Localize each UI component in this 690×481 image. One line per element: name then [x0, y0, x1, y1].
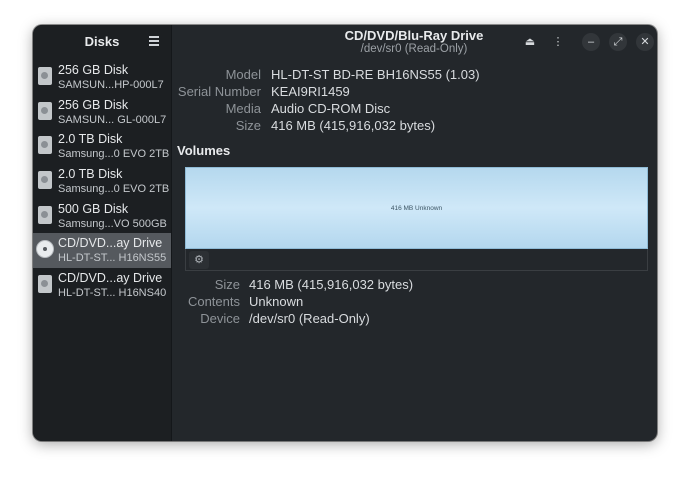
serial-label: Serial Number	[177, 84, 261, 99]
volume-label: 416 MB Unknown	[390, 205, 443, 212]
harddisk-icon	[38, 275, 52, 294]
disk-item[interactable]: 2.0 TB Disk Samsung...0 EVO 2TB	[33, 164, 171, 199]
harddisk-icon	[38, 136, 52, 155]
disk-item[interactable]: 500 GB Disk Samsung...VO 500GB	[33, 199, 171, 234]
disk-model: Samsung...0 EVO 2TB	[58, 148, 170, 161]
volume-size-value: 416 MB (415,916,032 bytes)	[249, 277, 414, 292]
disk-name: 500 GB Disk	[58, 201, 129, 216]
volumes-title: Volumes	[177, 143, 231, 158]
harddisk-icon	[38, 101, 52, 120]
disk-item[interactable]: 256 GB Disk SAMSUN...HP-000L7	[33, 60, 171, 95]
media-label: Media	[225, 101, 261, 116]
gear-icon[interactable]: ⚙	[189, 251, 209, 269]
harddisk-icon	[38, 67, 52, 85]
disk-model: Samsung...VO 500GB	[58, 217, 167, 230]
disk-name: 256 GB Disk	[58, 63, 129, 77]
disk-model: SAMSUN... GL-000L7	[58, 113, 167, 126]
model-value: HL-DT-ST BD-RE BH16NS55 (1.03)	[271, 67, 480, 82]
volume-bar[interactable]: 416 MB Unknown	[185, 167, 648, 249]
disk-item[interactable]: 256 GB Disk SAMSUN... GL-000L7	[33, 95, 171, 130]
harddisk-icon	[38, 171, 52, 190]
disk-model: SAMSUN...HP-000L7	[58, 79, 164, 91]
model-label: Model	[225, 67, 261, 82]
eject-icon[interactable]: ⏏	[521, 33, 539, 51]
disk-list: 256 GB Disk SAMSUN...HP-000L7 256 GB Dis…	[33, 60, 171, 303]
disks-window: Disks 256 GB Disk SAMSUN...HP-000L7 256 …	[33, 25, 657, 441]
maximize-button[interactable]: ⤢	[609, 33, 627, 51]
volume-toolbar: ⚙	[185, 249, 648, 271]
cd-icon	[36, 240, 54, 259]
device-label: Device	[200, 311, 240, 326]
contents-value: Unknown	[249, 294, 304, 309]
sidebar-header: Disks	[33, 25, 171, 57]
kebab-menu-icon[interactable]: ⋮	[549, 33, 567, 51]
media-value: Audio CD-ROM Disc	[271, 101, 391, 116]
disk-model: HL-DT-ST... H16NS55	[58, 252, 167, 265]
volume-size-label: Size	[214, 277, 240, 292]
harddisk-icon	[38, 205, 52, 224]
disk-name: 2.0 TB Disk	[58, 167, 123, 182]
device-value: /dev/sr0 (Read-Only)	[249, 311, 370, 326]
disk-name: CD/DVD...ay Drive	[58, 271, 163, 286]
close-button[interactable]: ✕	[636, 33, 654, 51]
disk-model: Samsung...0 EVO 2TB	[58, 183, 170, 196]
disk-model: HL-DT-ST... H16NS40	[58, 287, 167, 300]
main-panel: CD/DVD/Blu-Ray Drive /dev/sr0 (Read-Only…	[172, 25, 657, 441]
hamburger-icon[interactable]	[149, 36, 159, 46]
disk-item-selected[interactable]: CD/DVD...ay Drive HL-DT-ST... H16NS55	[33, 233, 171, 269]
disk-item[interactable]: CD/DVD...ay Drive HL-DT-ST... H16NS40	[33, 268, 171, 303]
disk-name: CD/DVD...ay Drive	[58, 236, 163, 251]
sidebar: Disks 256 GB Disk SAMSUN...HP-000L7 256 …	[33, 25, 172, 441]
disk-item[interactable]: 2.0 TB Disk Samsung...0 EVO 2TB	[33, 129, 171, 164]
size-value: 416 MB (415,916,032 bytes)	[271, 118, 436, 133]
minimize-button[interactable]: –	[582, 33, 600, 51]
disk-name: 256 GB Disk	[58, 97, 129, 112]
size-label: Size	[235, 118, 261, 133]
contents-label: Contents	[187, 294, 240, 309]
disk-name: 2.0 TB Disk	[58, 132, 123, 147]
serial-value: KEAI9RI1459	[271, 84, 350, 99]
